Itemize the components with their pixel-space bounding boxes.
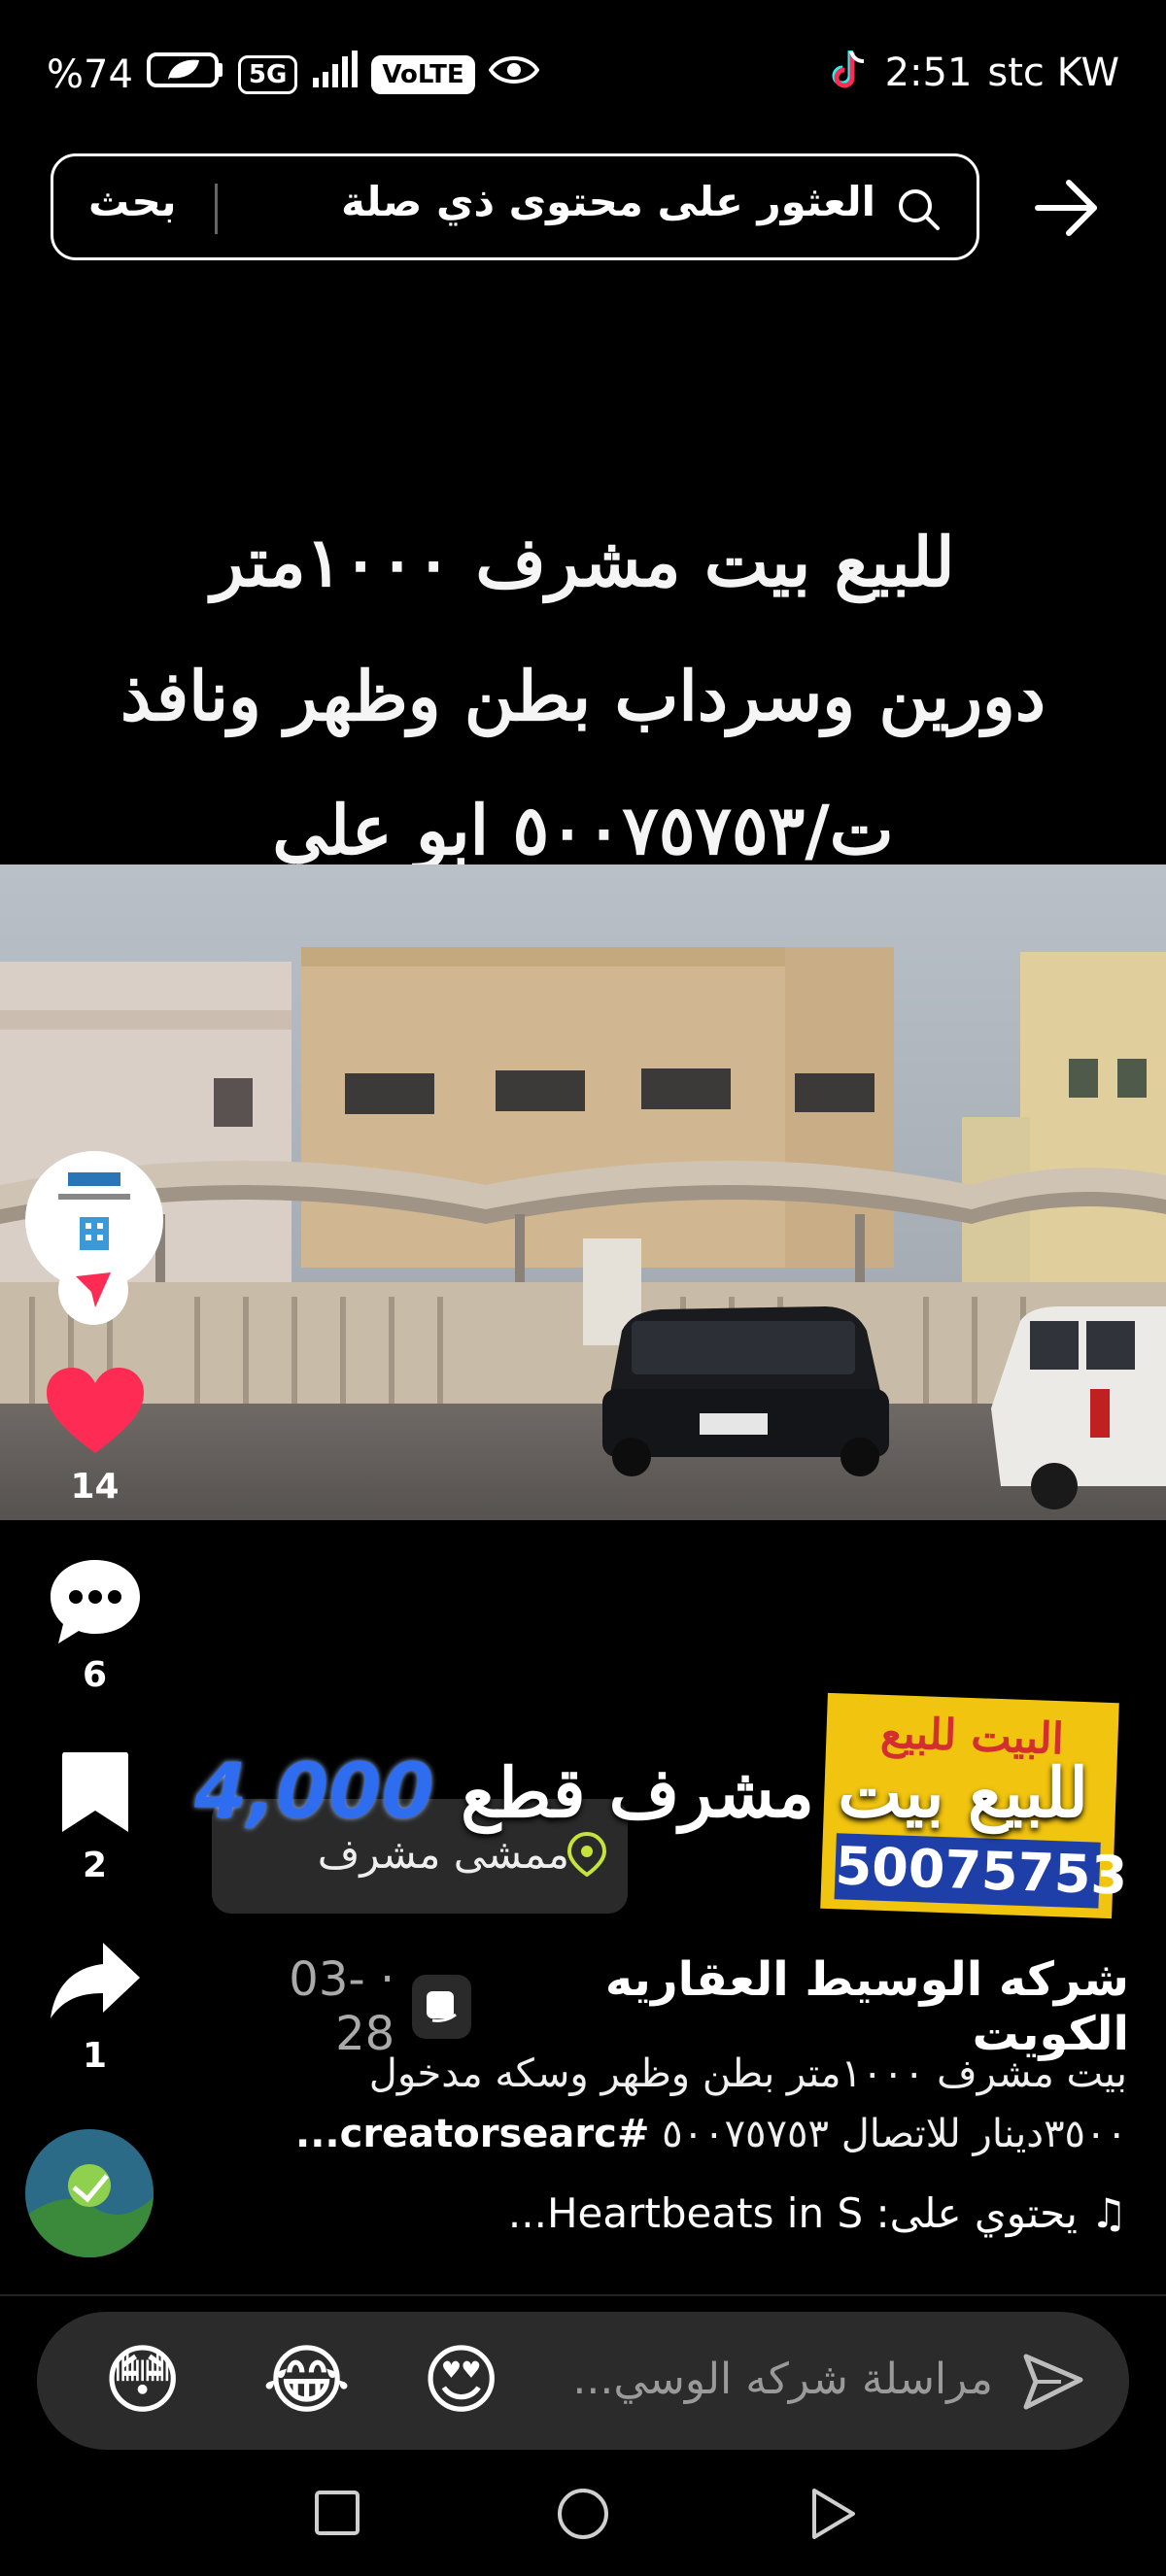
- shop-tag-icon[interactable]: [412, 1975, 471, 2039]
- send-icon[interactable]: [1022, 2351, 1084, 2417]
- carrier: stc KW: [987, 51, 1119, 95]
- description-text: ٣٥٠٠دينار للاتصال ٥٠٠٧٥٧٥٣: [662, 2112, 1127, 2156]
- comment-count: 6: [82, 1655, 108, 1695]
- ad-headline: للبيع بيت مشرف قطع: [461, 1752, 1088, 1833]
- status-left: %74 5G VoLTE: [47, 51, 540, 99]
- music-label: يحتوي على: Heartbeats in S...: [507, 2189, 1078, 2237]
- search-bar[interactable]: بحث العثور على محتوى ذي صلة: [51, 153, 979, 260]
- search-divider: [215, 184, 218, 234]
- divider: [0, 2294, 1166, 2296]
- hashtag-link[interactable]: #creatorsearc...: [295, 2112, 649, 2156]
- description-line-2: ٣٥٠٠دينار للاتصال ٥٠٠٧٥٧٥٣ #creatorsearc…: [194, 2104, 1127, 2164]
- search-button[interactable]: بحث: [88, 178, 177, 225]
- bookmark-icon[interactable]: [58, 1748, 132, 1840]
- network-5g: 5G: [237, 55, 298, 94]
- follow-icon[interactable]: [58, 1255, 128, 1325]
- emoji-laughing[interactable]: 😂: [262, 2337, 351, 2424]
- forward-arrow-icon[interactable]: [1030, 171, 1104, 249]
- recents-icon[interactable]: [313, 2489, 361, 2541]
- status-bar: %74 5G VoLTE 2:51 stc KW: [0, 0, 1166, 146]
- search-icon: [895, 186, 942, 236]
- system-nav-bar: [0, 2457, 1166, 2576]
- music-row[interactable]: ♫ يحتوي على: Heartbeats in S...: [292, 2189, 1127, 2237]
- music-disc-icon[interactable]: [25, 2129, 154, 2257]
- battery-percent: %74: [47, 52, 133, 97]
- overlay-line-1: للبيع بيت مشرف ١٠٠٠متر: [211, 522, 955, 602]
- signal-icon: [311, 51, 359, 99]
- emoji-heart-eyes[interactable]: 😍: [422, 2337, 500, 2424]
- message-input[interactable]: مراسلة شركه الوسي...: [572, 2355, 993, 2404]
- video-overlay-text: للبيع بيت مشرف ١٠٠٠متر دورين وسرداب بطن …: [58, 495, 1108, 898]
- video-frame[interactable]: [0, 864, 1166, 1520]
- comment-icon[interactable]: [47, 1556, 144, 1651]
- comment-bar[interactable]: 😳 😂 😍 مراسلة شركه الوسي...: [37, 2312, 1129, 2450]
- like-count: 14: [70, 1467, 120, 1507]
- share-icon[interactable]: [49, 1939, 142, 2026]
- status-right: 2:51 stc KW: [831, 47, 1119, 99]
- emoji-flushed[interactable]: 😳: [103, 2337, 182, 2424]
- volte-badge: VoLTE: [371, 55, 475, 94]
- post-description[interactable]: بيت مشرف ١٠٠٠متر بطن وظهر وسكه مدخول ٣٥٠…: [194, 2044, 1127, 2164]
- clock: 2:51: [884, 51, 973, 95]
- tiktok-icon: [831, 47, 870, 99]
- back-icon[interactable]: [808, 2487, 857, 2545]
- bookmark-count: 2: [82, 1846, 108, 1885]
- location-pin-icon: [566, 1831, 607, 1881]
- location-label: ممشى مشرف: [317, 1830, 569, 1878]
- search-input[interactable]: العثور على محتوى ذي صلة: [341, 178, 875, 225]
- description-line-1: بيت مشرف ١٠٠٠متر بطن وظهر وسكه مدخول: [368, 2051, 1127, 2096]
- eye-icon: [488, 52, 540, 97]
- ad-price: 4,000: [194, 1748, 434, 1836]
- overlay-line-2: دورين وسرداب بطن وظهر ونافذ: [120, 656, 1046, 736]
- music-note-icon: ♫: [1090, 2189, 1127, 2237]
- home-icon[interactable]: [556, 2487, 610, 2545]
- sticker-phone: 50075753: [834, 1833, 1128, 1909]
- share-count: 1: [82, 2036, 108, 2076]
- battery-saver-icon: [146, 51, 224, 99]
- like-icon[interactable]: [45, 1366, 146, 1461]
